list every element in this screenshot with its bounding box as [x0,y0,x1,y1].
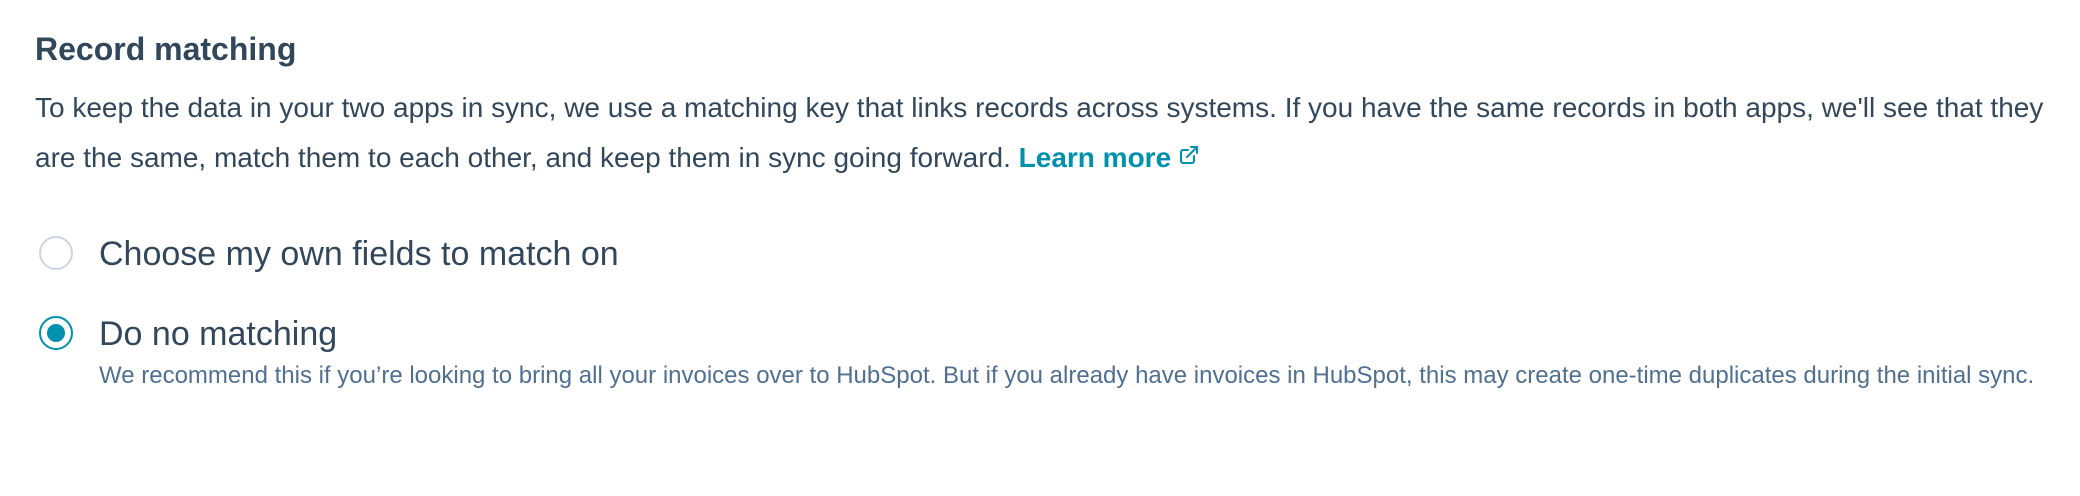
option-label[interactable]: Choose my own fields to match on [99,232,619,276]
option-choose-own-fields[interactable]: Choose my own fields to match on [35,232,2055,276]
radio-choose-own-fields[interactable] [39,236,73,270]
option-label[interactable]: Do no matching [99,312,337,356]
record-matching-section: Record matching To keep the data in your… [35,26,2055,394]
option-help-text: We recommend this if you’re looking to b… [99,362,2035,389]
section-title: Record matching [35,31,297,67]
learn-more-label: Learn more [1018,142,1172,173]
radio-selected-dot [47,324,65,342]
section-description: To keep the data in your two apps in syn… [35,84,2055,182]
radio-do-no-matching[interactable] [39,316,73,350]
matching-options: Choose my own fields to match on Do no m… [35,232,2055,394]
learn-more-link[interactable]: Learn more [1019,142,1200,173]
external-link-icon [1179,132,1199,180]
option-do-no-matching[interactable]: Do no matching We recommend this if you’… [35,312,2055,394]
